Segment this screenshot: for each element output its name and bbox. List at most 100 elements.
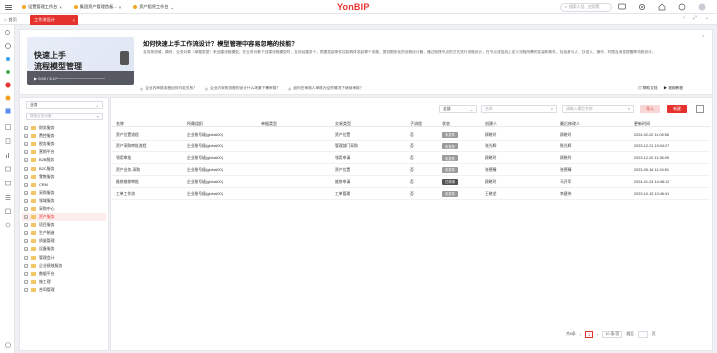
tree-node[interactable]: + 资产服务 [22, 213, 106, 222]
tree-node[interactable]: + 采购中心 [22, 205, 106, 213]
header-name[interactable]: 名称 [116, 121, 124, 127]
top-tab[interactable]: 资产租赁工作台 ⌄ [130, 2, 177, 12]
expand-icon[interactable]: + [24, 247, 28, 252]
header-org[interactable]: 所属组织 [187, 121, 203, 127]
settings-icon[interactable] [4, 221, 11, 228]
expand-icon[interactable]: + [24, 239, 28, 244]
table-row[interactable]: 资产位置流程 企业账号级(global00) 资产位置 否 顾晓玲 顾晓玲 2024-02-… [112, 129, 710, 141]
expand-icon[interactable]: + [24, 134, 28, 139]
faq-link[interactable]: ◎ 企业内采购流程的设计什么场景下需审核？ [205, 86, 280, 91]
expand-icon[interactable]: + [24, 158, 28, 163]
tree-node[interactable]: + B2C服务 [22, 164, 106, 172]
expand-icon[interactable]: + [24, 287, 28, 292]
expand-icon[interactable]: + [24, 190, 28, 195]
header-modifier[interactable]: 最后修改人 [560, 121, 580, 127]
tree-node[interactable]: + 税务服务 [22, 140, 106, 148]
box-icon[interactable] [4, 165, 11, 172]
expand-icon[interactable]: + [24, 215, 28, 220]
app-icon[interactable] [4, 107, 11, 114]
home-icon[interactable] [657, 2, 667, 12]
expand-icon[interactable]: + [24, 126, 28, 131]
chevron-right-icon[interactable]: › [597, 333, 598, 337]
video-menu-icon[interactable] [120, 51, 129, 65]
column-settings-icon[interactable] [695, 104, 705, 113]
tree-node[interactable]: + 数据平台 [22, 270, 106, 278]
list-icon[interactable] [4, 193, 11, 200]
new-button[interactable]: 新建 [667, 105, 687, 113]
chevron-left-icon[interactable]: ‹ [580, 333, 581, 337]
expand-icon[interactable]: + [24, 174, 28, 179]
tutorial-video[interactable]: 快速上手 流程模型管理 ▶ 0:00 / 3:17 [27, 37, 134, 85]
expand-icon[interactable]: + [24, 255, 28, 260]
tree-node[interactable]: + CRM [22, 181, 106, 189]
star-icon[interactable] [4, 55, 11, 62]
header-trade-type[interactable]: 交易类型 [335, 121, 351, 127]
expand-icon[interactable]: + [24, 206, 28, 211]
tab-workflow-design[interactable]: 工作流设计 × [30, 15, 78, 25]
chevron-down-icon[interactable]: ⌄ [171, 5, 175, 10]
tree-node[interactable]: + 财务服务 [22, 124, 106, 132]
user-icon[interactable] [4, 341, 11, 348]
header-doc-type[interactable]: 单据类型 [261, 121, 277, 127]
tree-node[interactable]: + 合同管理 [22, 286, 106, 294]
close-icon[interactable]: × [119, 5, 121, 10]
tree-node[interactable]: + 管理会计 [22, 254, 106, 262]
header-creator[interactable]: 创建人 [485, 121, 497, 127]
cart-icon[interactable] [4, 94, 11, 101]
table-row[interactable]: 工单工作流 企业账号级(global00) 工单管理 否 王晓龙 李建伟 2023-10-1… [112, 188, 710, 200]
folder-icon[interactable] [4, 179, 11, 186]
search-icon[interactable] [4, 29, 11, 36]
doc-icon[interactable] [4, 137, 11, 144]
table-row[interactable]: 资产采购审批流程 企业账号级(global00) 管理部门采购 否 张光辉 陈光辉 2023… [112, 141, 710, 153]
chart-icon[interactable] [4, 151, 11, 158]
name-search-input[interactable]: 名称 ⌕ [481, 105, 557, 113]
expand-icon[interactable]: + [24, 182, 28, 187]
help-icon[interactable] [677, 2, 687, 12]
close-icon[interactable]: × [59, 5, 61, 10]
tree-node[interactable]: + 企业绩效服务 [22, 262, 106, 270]
expand-icon[interactable]: + [24, 166, 28, 171]
top-tab[interactable]: 设置管理工作台 × [19, 2, 65, 12]
expand-icon[interactable]: + [24, 142, 28, 147]
top-tab[interactable]: 集团资产管理首板... × [71, 2, 124, 12]
collapse-icon[interactable]: ⌃ [701, 35, 705, 41]
expand-icon[interactable]: + [24, 263, 28, 268]
table-row[interactable]: 资产业务-采购 企业账号级(global00) 资产位置 否 张德臻 张德臻 2023-05… [112, 164, 710, 176]
help-doc-link[interactable]: ▤ 帮助文档 [638, 86, 657, 91]
table-row[interactable]: 领用审批 企业账号级(global00) 领用申请 否 顾晓玲 顾晓玲 2023-12-20… [112, 153, 710, 165]
global-search-input[interactable]: ⌕ 搜索人员、应用等 [560, 2, 612, 12]
import-button[interactable]: 导入 [640, 105, 660, 113]
tree-node[interactable]: + 施工理 [22, 278, 106, 286]
tree-node[interactable]: + 领域服务 [22, 197, 106, 205]
expand-icon[interactable]: + [24, 231, 28, 236]
model-search-input[interactable]: 请输入模型名称 ⌕ [562, 105, 634, 113]
chevron-left-icon[interactable]: ‹ [683, 15, 685, 21]
chevron-down-icon[interactable]: ⌄ [705, 15, 709, 21]
video-progress[interactable] [55, 78, 105, 79]
faq-link[interactable]: ◎ 企业内审核流程如何可定关系？ [140, 86, 197, 91]
avatar[interactable] [697, 2, 707, 12]
expand-icon[interactable]: + [24, 198, 28, 203]
target-icon[interactable] [4, 81, 11, 88]
expand-icon[interactable]: + [24, 279, 28, 284]
home-tab[interactable]: ⌂ 首页 [4, 15, 17, 24]
tree-node[interactable]: + 零售服务 [22, 173, 106, 181]
tree-search-input[interactable]: 搜索业务对象 ⌕ [26, 113, 103, 120]
tree-node[interactable]: + 采购服务 [22, 189, 106, 197]
message-icon[interactable] [617, 2, 627, 12]
tree-node[interactable]: + 设备服务 [22, 245, 106, 253]
people-icon[interactable] [4, 68, 11, 75]
status-filter[interactable]: 全部 ⌄ [439, 105, 477, 113]
tree-node[interactable]: + 营销平台 [22, 148, 106, 156]
tree-node[interactable]: + 费控服务 [22, 132, 106, 140]
tree-node[interactable]: + 生产制造 [22, 229, 106, 237]
grid-icon[interactable] [4, 123, 11, 130]
tree-node[interactable]: + B2B服务 [22, 156, 106, 164]
video-tutorial-link[interactable]: ▶ 视频教程 [663, 86, 682, 91]
header-state[interactable]: 状态 [442, 121, 450, 127]
tree-node[interactable]: + 质量管理 [22, 237, 106, 245]
domain-select[interactable]: 业务 ⌄ [26, 101, 103, 109]
gear-icon[interactable] [637, 2, 647, 12]
page-size-select[interactable]: 10 条/页 [602, 331, 623, 338]
faq-link[interactable]: ◎ 如何在审核人审核为空的情况下继续审核？ [288, 86, 363, 91]
